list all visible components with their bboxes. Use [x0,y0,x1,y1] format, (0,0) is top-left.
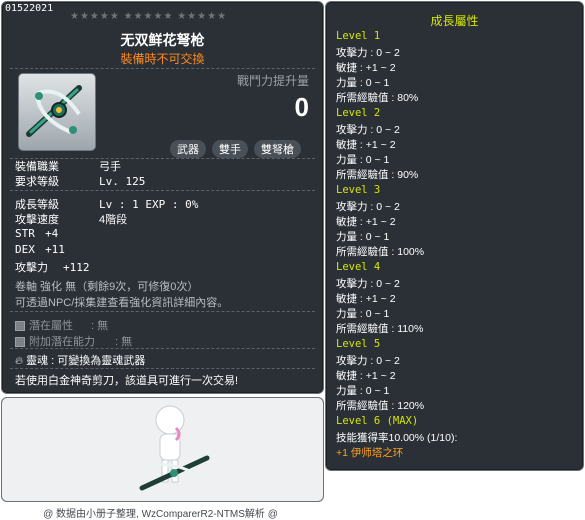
potential-row: 潛在屬性: 無 [15,317,108,333]
growth-level-label: 成長等級 [15,199,59,211]
add-potential-value: 無 [121,336,133,348]
growth-level-value: Lv : 1 EXP : 0% [99,198,199,211]
dex-value: +11 [45,243,65,256]
soul-row: 🔥︎ 靈魂 : 可變換為靈魂武器 [15,355,146,367]
attack-row: 攻擊力 +112 [15,259,90,275]
str-value: +4 [45,227,59,240]
lock-icon [15,337,25,348]
divider [10,348,315,349]
enhance-hint: 可透過NPC/採集建查看強化資訊詳細內容。 [15,297,229,309]
job-value: 弓手 [99,161,121,173]
level-1-exp: 所需經驗值 : 80% [336,92,419,104]
level-5-str: 力量 : 0 ~ 1 [336,385,390,397]
tag-two-handed: 雙手 [212,140,248,158]
level-2-dex: 敏捷 : +1 ~ 2 [336,139,396,151]
level-2-str: 力量 : 0 ~ 1 [336,154,390,166]
potential-label: 潛在屬性 [29,320,73,332]
divider [10,190,315,191]
attack-value: +112 [63,261,90,274]
dex-row: DEX +11 [15,243,65,256]
level-5-exp: 所需經驗值 : 120% [336,400,425,412]
level-1-atk: 攻擊力 : 0 ~ 2 [336,47,400,59]
level-4-exp: 所需經驗值 : 110% [336,323,424,335]
level-5-atk: 攻擊力 : 0 ~ 2 [336,355,400,367]
level-max-label: Level 6 (MAX) [336,415,419,427]
item-name: 无双鲜花弩枪 [120,32,205,48]
potential-value: 無 [97,320,109,332]
level-1-label: Level 1 [336,30,381,42]
attack-speed-value: 4階段 [99,214,128,226]
trade-restriction: 裝備時不可交換 [120,52,205,66]
job-row: 裝備職業 弓手 [15,158,121,174]
level-3-atk: 攻擊力 : 0 ~ 2 [336,201,400,213]
divider [10,368,315,369]
credit-footer: @ 数据由小册子整理, WzComparerR2-NTMS解析 @ [43,509,278,520]
level-1-str: 力量 : 0 ~ 1 [336,77,390,89]
flame-icon: 🔥︎ [15,355,24,367]
tag-dual-bowgun: 雙弩槍 [254,140,301,158]
soul-label: 靈魂 [26,355,49,367]
req-level-row: 要求等級 Lv. 125 [15,173,145,189]
divider [10,68,315,69]
attack-label: 攻擊力 [15,262,48,274]
level-1-dex: 敏捷 : +1 ~ 2 [336,62,396,74]
tag-weapon: 武器 [170,140,206,158]
growth-title: 成長屬性 [430,14,479,28]
level-5-dex: 敏捷 : +1 ~ 2 [336,370,396,382]
level-2-exp: 所需經驗值 : 90% [336,169,419,181]
soul-value: 可變換為靈魂武器 [57,355,146,367]
level-max-skill: 技能獲得率10.00% (1/10): [336,432,458,444]
req-level-label: 要求等級 [15,176,59,188]
level-3-dex: 敏捷 : +1 ~ 2 [336,216,396,228]
enhance-line: 卷軸 強化 無（剩餘9次，可修復0次） [15,281,199,293]
item-id: 01522021 [5,3,54,14]
level-2-atk: 攻擊力 : 0 ~ 2 [336,124,400,136]
level-max-reward: +1 伊师塔之环 [336,447,404,459]
attack-speed-label: 攻擊速度 [15,214,59,226]
str-row: STR +4 [15,227,58,240]
level-2-label: Level 2 [336,107,381,119]
scissors-note: 若使用白金神奇剪刀，該道具可進行一次交易! [15,375,239,387]
add-potential-row: 附加潛在能力: 無 [15,333,132,349]
power-gain-label: 戰鬥力提升量 [236,74,309,88]
attack-speed-row: 攻擊速度 4階段 [15,211,127,227]
level-5-label: Level 5 [336,338,381,350]
add-potential-label: 附加潛在能力 [29,336,95,348]
crossbow-icon [26,85,82,137]
job-label: 裝備職業 [15,161,59,173]
level-3-exp: 所需經驗值 : 100% [336,246,425,258]
growth-level-row: 成長等級 Lv : 1 EXP : 0% [15,196,198,212]
item-tags: 武器 雙手 雙弩槍 [170,140,301,158]
level-4-str: 力量 : 0 ~ 1 [336,308,390,320]
level-4-label: Level 4 [336,261,381,273]
lock-icon [15,321,25,332]
level-4-atk: 攻擊力 : 0 ~ 2 [336,278,400,290]
growth-stats-panel: 成長屬性 Level 1 攻擊力 : 0 ~ 2 敏捷 : +1 ~ 2 力量 … [325,1,584,471]
power-gain-value: 0 [294,92,309,122]
level-3-str: 力量 : 0 ~ 1 [336,231,390,243]
dex-label: DEX [15,243,35,256]
divider [10,311,315,312]
req-level-value: Lv. 125 [99,175,146,188]
character-preview-panel [1,397,324,502]
star-force-row: ★★★★★ ★★★★★ ★★★★★ [70,11,228,22]
level-4-dex: 敏捷 : +1 ~ 2 [336,293,396,305]
item-icon [18,73,96,151]
level-3-label: Level 3 [336,184,381,196]
str-label: STR [15,227,35,240]
item-tooltip-panel: 01522021 ★★★★★ ★★★★★ ★★★★★ 无双鲜花弩枪 裝備時不可交… [1,1,324,394]
character-preview [2,398,323,501]
